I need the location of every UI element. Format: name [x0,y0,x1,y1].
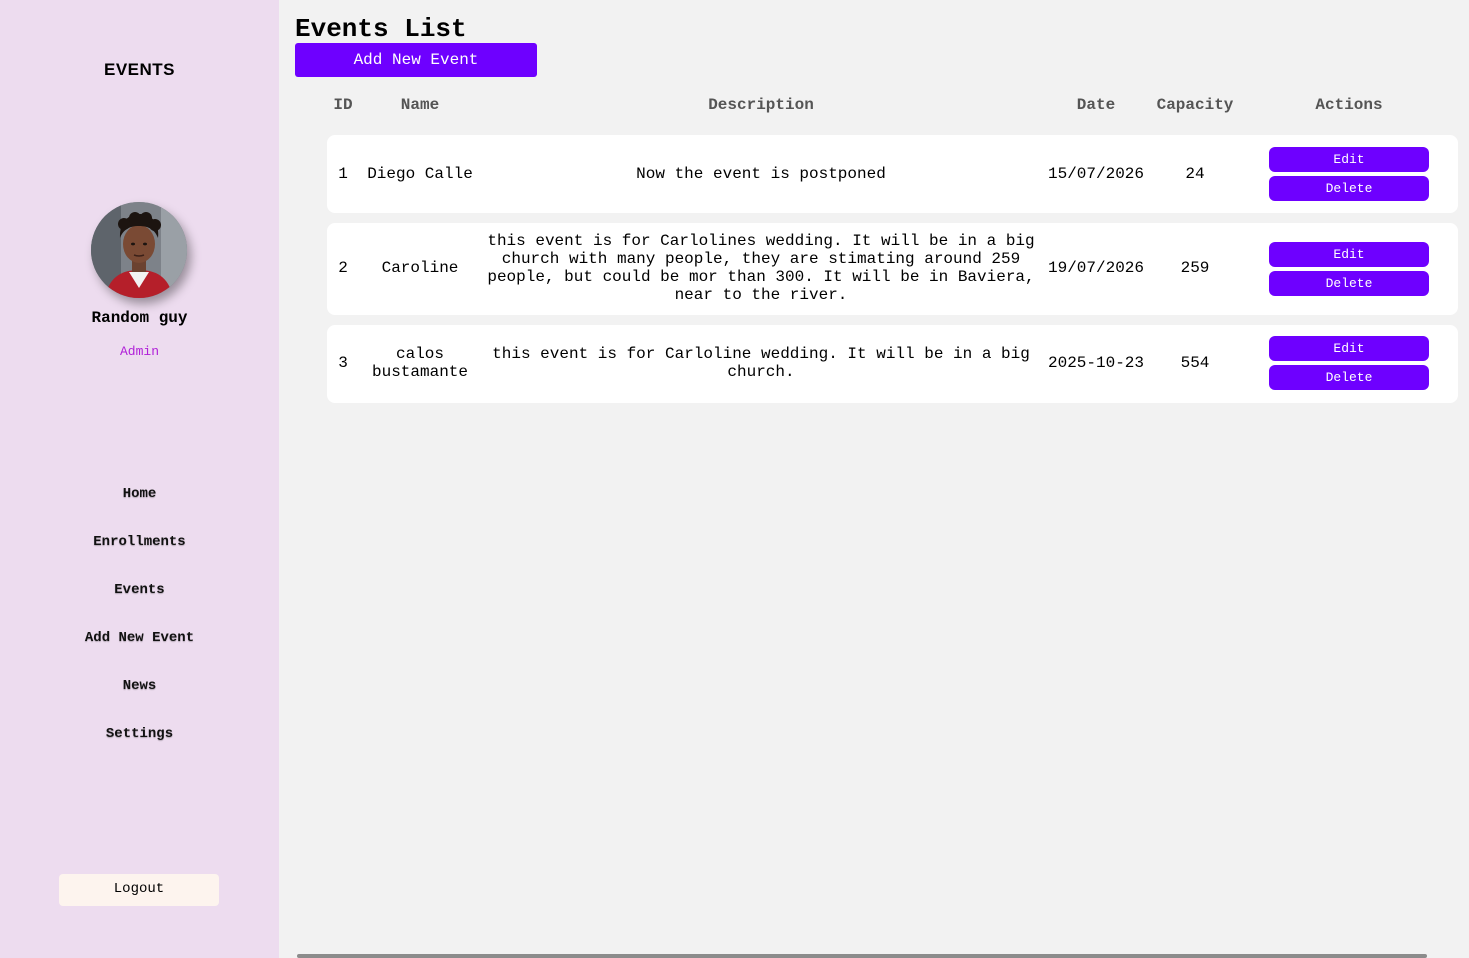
delete-button[interactable]: Delete [1269,365,1429,390]
sidebar: EVENTS Random guy Admin Home Enrollments… [0,0,279,958]
delete-button[interactable]: Delete [1269,271,1429,296]
page-title: Events List [295,14,467,44]
edit-button[interactable]: Edit [1269,242,1429,267]
sidebar-item-settings[interactable]: Settings [0,726,279,774]
user-name: Random guy [91,309,188,327]
horizontal-scrollbar[interactable] [297,954,1427,958]
column-header-actions: Actions [1315,96,1383,114]
sidebar-item-add-new-event[interactable]: Add New Event [0,630,279,678]
edit-button[interactable]: Edit [1269,336,1429,361]
user-role: Admin [119,344,159,359]
column-header-name: Name [400,96,440,114]
cell-capacity: 24 [1185,165,1205,183]
cell-date: 15/07/2026 [1047,165,1144,183]
cell-description: this event is for Carloline wedding. It … [492,345,1030,381]
cell-id: 1 [338,165,348,183]
cell-id: 3 [338,354,348,372]
cell-name: Diego Calle [367,165,473,183]
table-row: 1 Diego Calle Now the event is postponed… [327,135,1458,213]
avatar [91,202,187,298]
column-header-description: Description [708,96,814,114]
delete-button[interactable]: Delete [1269,176,1429,201]
brand-title: EVENTS [103,60,176,79]
sidebar-item-news[interactable]: News [0,678,279,726]
sidebar-item-home[interactable]: Home [0,486,279,534]
cell-name: calos bustamante [371,345,468,381]
sidebar-item-events[interactable]: Events [0,582,279,630]
main-content: Events List Add New Event ID Name Descri… [279,0,1469,958]
sidebar-nav: Home Enrollments Events Add New Event Ne… [0,486,279,774]
column-header-date: Date [1076,96,1116,114]
sidebar-item-enrollments[interactable]: Enrollments [0,534,279,582]
cell-capacity: 259 [1180,259,1210,277]
cell-name: Caroline [381,259,459,277]
cell-date: 19/07/2026 [1047,259,1144,277]
edit-button[interactable]: Edit [1269,147,1429,172]
cell-id: 2 [338,259,348,277]
add-new-event-button[interactable]: Add New Event [295,43,537,77]
cell-date: 2025-10-23 [1047,354,1144,372]
table-header: ID Name Description Date Capacity Action… [279,96,1469,116]
column-header-capacity: Capacity [1156,96,1234,114]
table-row: 3 calos bustamante this event is for Car… [327,325,1458,403]
cell-capacity: 554 [1180,354,1210,372]
table-row: 2 Caroline this event is for Carlolines … [327,223,1458,315]
column-header-id: ID [333,96,353,114]
cell-description: Now the event is postponed [636,165,886,183]
logout-button[interactable]: Logout [59,874,219,906]
user-photo-icon [91,202,187,298]
cell-description: this event is for Carlolines wedding. It… [487,232,1035,304]
